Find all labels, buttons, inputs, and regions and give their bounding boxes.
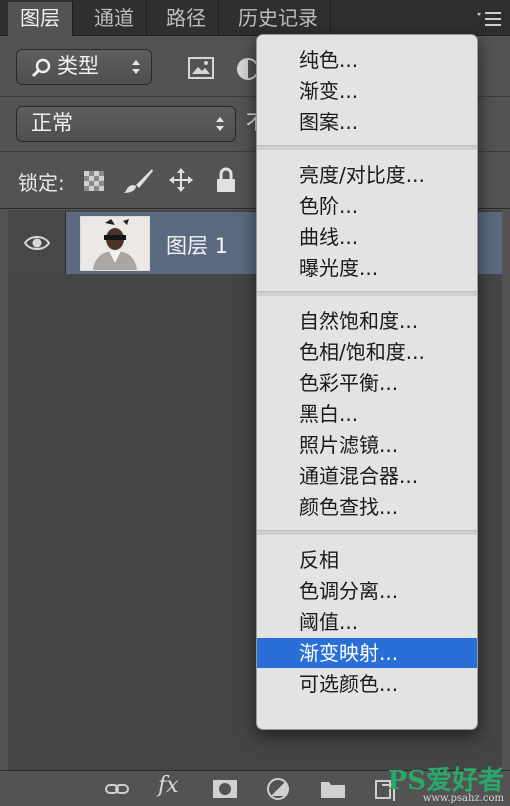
folder-icon[interactable] (320, 777, 346, 801)
blend-mode-select[interactable]: 正常 (16, 106, 236, 142)
menu-item[interactable]: 渐变... (257, 76, 477, 106)
menu-item[interactable]: 图案... (257, 107, 477, 137)
adjustment-icon[interactable] (266, 777, 292, 801)
tab-channels[interactable]: 通道 (82, 2, 147, 36)
watermark-text: PS爱好者 (387, 766, 504, 796)
tab-history[interactable]: 历史记录 (226, 2, 331, 36)
portrait-thumbnail-image (81, 217, 149, 270)
filter-type-select[interactable]: 类型 (16, 49, 152, 85)
lock-position-move-icon[interactable] (168, 167, 194, 193)
site-watermark-logo: PS爱好者 www.psahz.com (388, 760, 504, 804)
blend-mode-value: 正常 (31, 111, 73, 135)
mask-icon[interactable] (212, 777, 238, 801)
lock-transparency-icon[interactable] (84, 171, 104, 191)
updown-arrows-icon (132, 60, 140, 74)
menu-item[interactable]: 自然饱和度... (257, 306, 477, 336)
menu-item[interactable]: 曝光度... (257, 253, 477, 283)
menu-item[interactable]: 反相 (257, 545, 477, 575)
menu-item[interactable]: 通道混合器... (257, 461, 477, 491)
lock-label: 锁定: (18, 171, 65, 195)
menu-item[interactable]: 颜色查找... (257, 492, 477, 522)
menu-item[interactable]: 可选颜色... (257, 669, 477, 699)
search-icon (31, 58, 51, 78)
menu-item[interactable]: 色相/饱和度... (257, 337, 477, 367)
menu-item[interactable]: 亮度/对比度... (257, 160, 477, 190)
menu-item[interactable]: 渐变映射... (257, 638, 477, 668)
menu-item[interactable]: 曲线... (257, 222, 477, 252)
menu-item[interactable]: 黑白... (257, 399, 477, 429)
tab-paths[interactable]: 路径 (154, 2, 219, 36)
menu-item[interactable]: 阈值... (257, 607, 477, 637)
lock-all-icon[interactable] (216, 167, 236, 193)
menu-item[interactable]: 色彩平衡... (257, 368, 477, 398)
layer-thumbnail[interactable] (80, 216, 150, 271)
menu-item[interactable]: 照片滤镜... (257, 430, 477, 460)
fx-icon[interactable]: fx (158, 773, 179, 798)
filter-type-value: 类型 (57, 54, 99, 78)
updown-arrows-icon (216, 117, 224, 131)
link-icon[interactable] (104, 777, 130, 801)
panel-menu-icon[interactable] (476, 10, 502, 28)
menu-item[interactable]: 纯色... (257, 45, 477, 75)
eye-icon (24, 236, 50, 250)
menu-item[interactable]: 色阶... (257, 191, 477, 221)
layer-name[interactable]: 图层 1 (166, 230, 228, 260)
menu-separator (257, 145, 477, 150)
menu-separator (257, 530, 477, 535)
adjustment-layer-menu: 纯色... 渐变... 图案... 亮度/对比度... 色阶... 曲线... 曝光度...… (256, 34, 478, 730)
tab-layers[interactable]: 图层 (8, 2, 73, 36)
lock-pixels-brush-icon[interactable] (122, 167, 154, 195)
menu-item[interactable]: 色调分离... (257, 576, 477, 606)
visibility-toggle[interactable] (8, 212, 66, 274)
menu-separator (257, 291, 477, 296)
pixel-layer-filter-icon[interactable] (188, 57, 214, 79)
panel-tab-bar: 图层 通道 路径 历史记录 (0, 0, 510, 36)
